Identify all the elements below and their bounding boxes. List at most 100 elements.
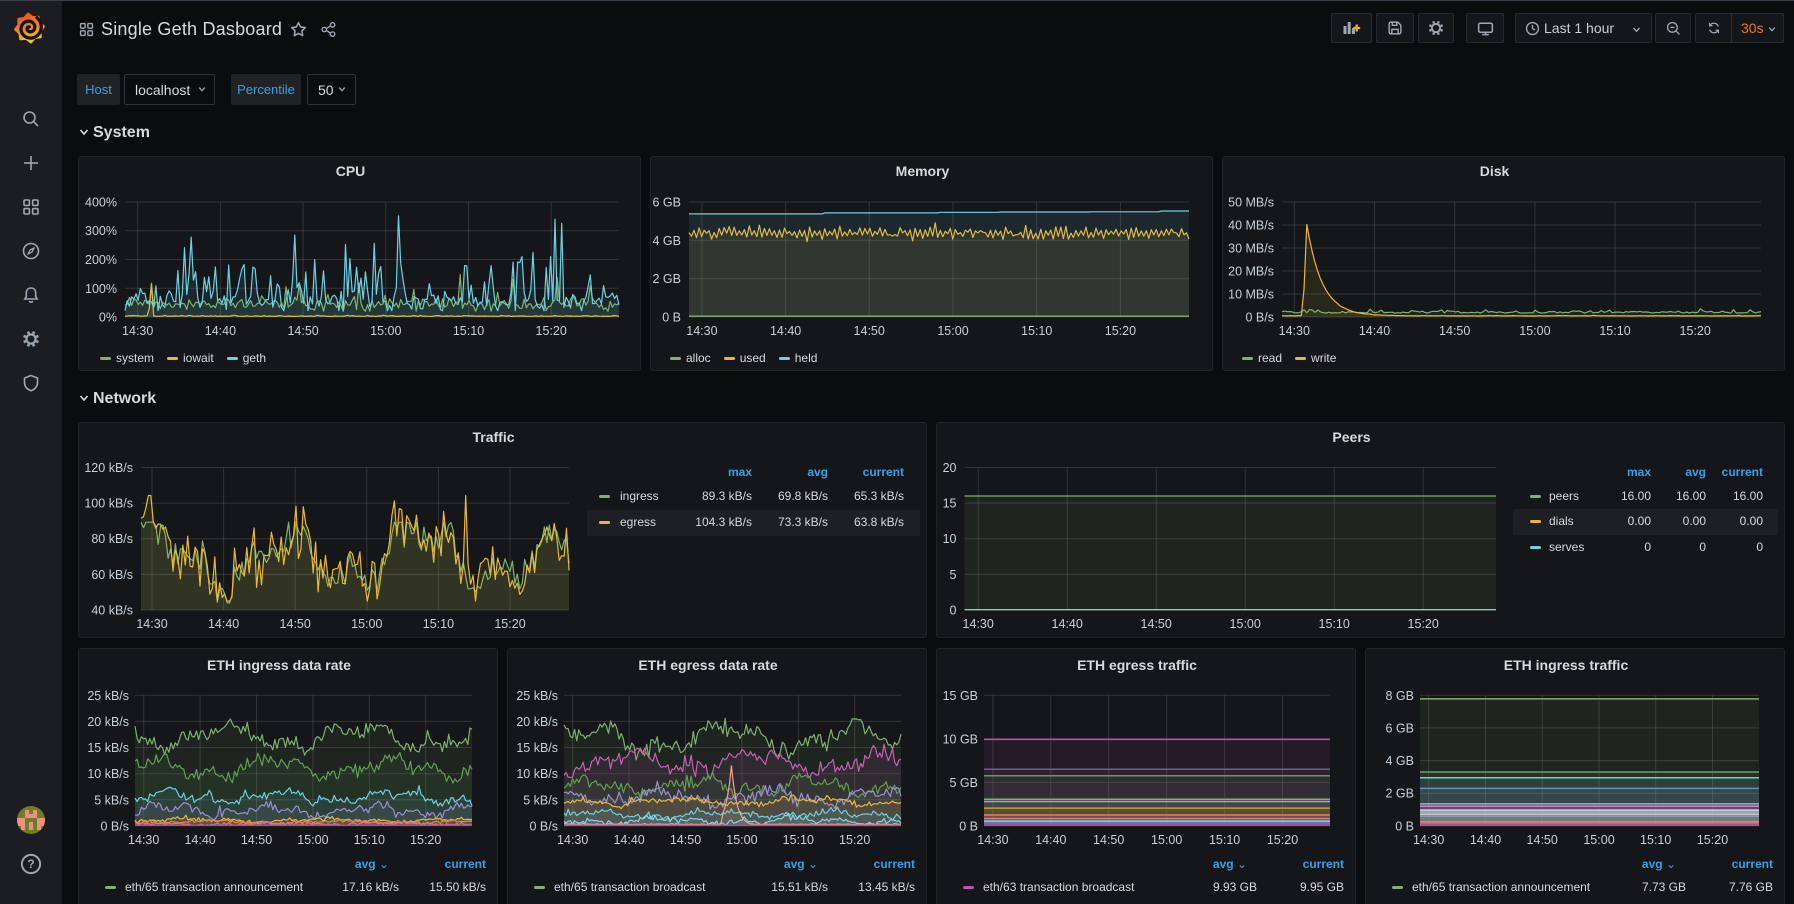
svg-text:0: 0 (950, 604, 957, 618)
svg-text:0 B: 0 B (662, 311, 681, 325)
svg-text:4 GB: 4 GB (653, 234, 682, 248)
svg-text:14:40: 14:40 (1052, 617, 1083, 631)
svg-text:200%: 200% (85, 253, 117, 267)
svg-text:14:50: 14:50 (287, 324, 318, 338)
svg-text:10 MB/s: 10 MB/s (1228, 288, 1274, 302)
svg-text:15:20: 15:20 (1105, 324, 1136, 338)
svg-text:40 MB/s: 40 MB/s (1228, 219, 1274, 233)
svg-text:20 kB/s: 20 kB/s (516, 715, 558, 729)
svg-text:14:50: 14:50 (1141, 617, 1172, 631)
svg-text:15:00: 15:00 (351, 617, 382, 631)
svg-text:14:40: 14:40 (208, 617, 239, 631)
svg-text:14:40: 14:40 (770, 324, 801, 338)
svg-text:15:10: 15:10 (1021, 324, 1052, 338)
svg-text:?: ? (27, 857, 34, 871)
svg-text:25 kB/s: 25 kB/s (516, 689, 558, 703)
svg-text:300%: 300% (85, 224, 117, 238)
svg-text:10: 10 (943, 532, 957, 546)
svg-text:15:00: 15:00 (1519, 324, 1550, 338)
svg-text:4 GB: 4 GB (1386, 754, 1415, 768)
svg-text:2 GB: 2 GB (1386, 787, 1415, 801)
svg-text:15:10: 15:10 (423, 617, 454, 631)
svg-text:15:20: 15:20 (1267, 833, 1298, 847)
svg-text:2 GB: 2 GB (653, 272, 682, 286)
svg-text:14:40: 14:40 (184, 833, 215, 847)
svg-text:100%: 100% (85, 282, 117, 296)
svg-text:15:00: 15:00 (297, 833, 328, 847)
svg-text:8 GB: 8 GB (1386, 689, 1415, 703)
svg-text:14:50: 14:50 (280, 617, 311, 631)
svg-text:15: 15 (943, 497, 957, 511)
svg-text:60 kB/s: 60 kB/s (91, 568, 133, 582)
svg-text:400%: 400% (85, 196, 117, 210)
svg-text:15:20: 15:20 (839, 833, 870, 847)
svg-text:14:40: 14:40 (1470, 833, 1501, 847)
svg-text:14:30: 14:30 (122, 324, 153, 338)
svg-text:15:00: 15:00 (370, 324, 401, 338)
svg-text:10 kB/s: 10 kB/s (87, 767, 129, 781)
svg-text:14:50: 14:50 (1093, 833, 1124, 847)
svg-text:15:00: 15:00 (1583, 833, 1614, 847)
svg-text:10 kB/s: 10 kB/s (516, 767, 558, 781)
svg-text:14:30: 14:30 (1279, 324, 1310, 338)
svg-text:80 kB/s: 80 kB/s (91, 532, 133, 546)
svg-text:15:10: 15:10 (1640, 833, 1671, 847)
svg-text:40 kB/s: 40 kB/s (91, 604, 133, 618)
svg-text:20: 20 (943, 461, 957, 475)
svg-text:6 GB: 6 GB (653, 196, 682, 210)
svg-text:15:20: 15:20 (494, 617, 525, 631)
svg-text:14:30: 14:30 (136, 617, 167, 631)
svg-text:120 kB/s: 120 kB/s (84, 461, 133, 475)
svg-text:14:50: 14:50 (1439, 324, 1470, 338)
svg-text:15:20: 15:20 (1697, 833, 1728, 847)
svg-text:0 B: 0 B (959, 819, 978, 833)
svg-text:15:20: 15:20 (410, 833, 441, 847)
svg-text:14:40: 14:40 (613, 833, 644, 847)
svg-text:15:20: 15:20 (536, 324, 567, 338)
svg-text:14:40: 14:40 (1035, 833, 1066, 847)
svg-text:5 kB/s: 5 kB/s (523, 793, 558, 807)
svg-text:15:10: 15:10 (453, 324, 484, 338)
svg-text:5: 5 (950, 568, 957, 582)
svg-text:14:30: 14:30 (686, 324, 717, 338)
svg-text:25 kB/s: 25 kB/s (87, 689, 129, 703)
svg-text:15:10: 15:10 (1209, 833, 1240, 847)
svg-text:14:50: 14:50 (1527, 833, 1558, 847)
svg-text:14:30: 14:30 (128, 833, 159, 847)
svg-text:15:10: 15:10 (1599, 324, 1630, 338)
svg-text:14:30: 14:30 (977, 833, 1008, 847)
svg-text:100 kB/s: 100 kB/s (84, 497, 133, 511)
svg-text:15:10: 15:10 (783, 833, 814, 847)
svg-text:15:10: 15:10 (354, 833, 385, 847)
svg-text:0%: 0% (99, 311, 117, 325)
svg-text:15 GB: 15 GB (943, 689, 978, 703)
svg-text:14:30: 14:30 (1413, 833, 1444, 847)
svg-text:14:50: 14:50 (670, 833, 701, 847)
svg-text:0 B/s: 0 B/s (1246, 311, 1275, 325)
svg-text:15:20: 15:20 (1680, 324, 1711, 338)
svg-text:15:10: 15:10 (1319, 617, 1350, 631)
svg-text:10 GB: 10 GB (943, 732, 978, 746)
svg-text:6 GB: 6 GB (1386, 721, 1415, 735)
svg-text:15:00: 15:00 (937, 324, 968, 338)
svg-text:15 kB/s: 15 kB/s (516, 741, 558, 755)
svg-text:5 GB: 5 GB (950, 776, 979, 790)
svg-text:50 MB/s: 50 MB/s (1228, 196, 1274, 210)
svg-text:30 MB/s: 30 MB/s (1228, 242, 1274, 256)
svg-text:14:40: 14:40 (1359, 324, 1390, 338)
svg-text:15:20: 15:20 (1408, 617, 1439, 631)
svg-text:15:00: 15:00 (1230, 617, 1261, 631)
svg-text:15 kB/s: 15 kB/s (87, 741, 129, 755)
svg-text:15:00: 15:00 (726, 833, 757, 847)
svg-text:0 B/s: 0 B/s (101, 819, 130, 833)
svg-text:0 B/s: 0 B/s (530, 819, 559, 833)
svg-text:5 kB/s: 5 kB/s (94, 793, 129, 807)
svg-text:14:50: 14:50 (854, 324, 885, 338)
svg-text:14:30: 14:30 (963, 617, 994, 631)
svg-text:20 kB/s: 20 kB/s (87, 715, 129, 729)
svg-text:14:30: 14:30 (557, 833, 588, 847)
svg-text:0 B: 0 B (1395, 819, 1414, 833)
svg-text:14:50: 14:50 (241, 833, 272, 847)
svg-text:20 MB/s: 20 MB/s (1228, 265, 1274, 279)
svg-text:15:00: 15:00 (1151, 833, 1182, 847)
